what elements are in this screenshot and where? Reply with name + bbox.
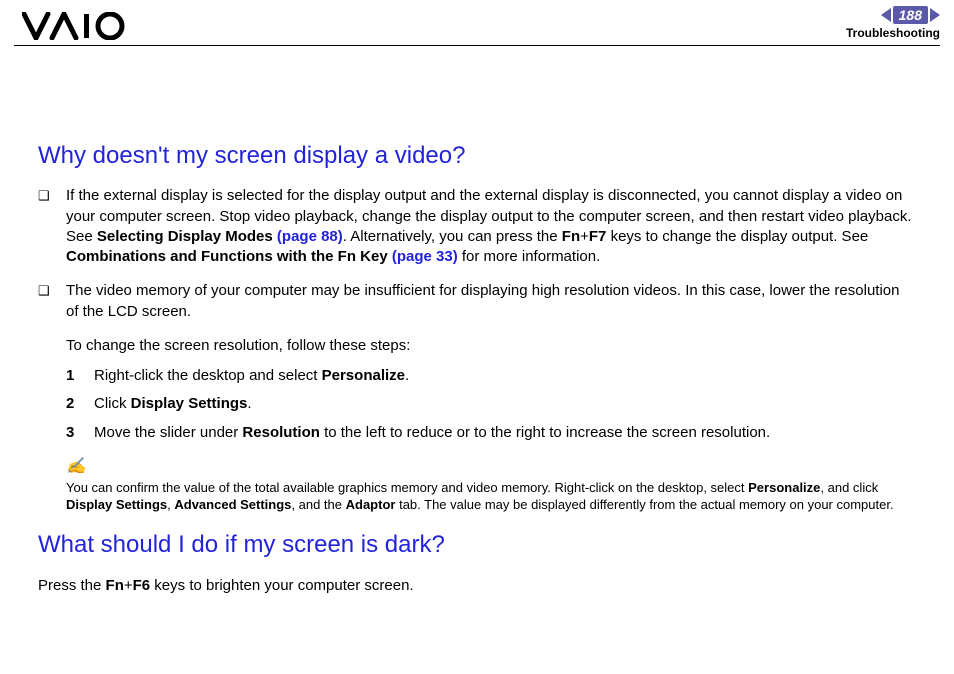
bullet-item: The video memory of your computer may be… bbox=[38, 281, 916, 322]
next-page-arrow-icon[interactable] bbox=[930, 8, 940, 22]
note-icon: ✍ bbox=[66, 457, 916, 478]
bullet-marker-icon bbox=[38, 186, 66, 267]
bullet-text: If the external display is selected for … bbox=[66, 186, 916, 267]
page-header: 188 Troubleshooting bbox=[0, 0, 954, 50]
bullet-text: The video memory of your computer may be… bbox=[66, 281, 916, 322]
step-text: Right-click the desktop and select Perso… bbox=[94, 366, 916, 386]
step-number: 3 bbox=[66, 423, 94, 443]
page-navigation: 188 bbox=[881, 6, 940, 24]
list-item: 1 Right-click the desktop and select Per… bbox=[66, 366, 916, 386]
steps-list: 1 Right-click the desktop and select Per… bbox=[66, 366, 916, 443]
list-item: 2 Click Display Settings. bbox=[66, 394, 916, 414]
list-item: 3 Move the slider under Resolution to th… bbox=[66, 423, 916, 443]
step-text: Click Display Settings. bbox=[94, 394, 916, 414]
paragraph: Press the Fn+F6 keys to brighten your co… bbox=[38, 576, 916, 596]
page-link-88[interactable]: (page 88) bbox=[277, 228, 343, 245]
section-label: Troubleshooting bbox=[846, 26, 940, 40]
heading-dark-screen: What should I do if my screen is dark? bbox=[38, 529, 916, 561]
note-block: ✍ You can confirm the value of the total… bbox=[66, 457, 916, 514]
header-divider bbox=[14, 45, 940, 46]
heading-video: Why doesn't my screen display a video? bbox=[38, 140, 916, 172]
step-number: 1 bbox=[66, 366, 94, 386]
steps-intro: To change the screen resolution, follow … bbox=[66, 336, 916, 356]
bullet-marker-icon bbox=[38, 281, 66, 322]
page-link-33[interactable]: (page 33) bbox=[392, 248, 458, 265]
page-number-badge: 188 bbox=[893, 6, 928, 24]
step-number: 2 bbox=[66, 394, 94, 414]
step-text: Move the slider under Resolution to the … bbox=[94, 423, 916, 443]
bullet-item: If the external display is selected for … bbox=[38, 186, 916, 267]
prev-page-arrow-icon[interactable] bbox=[881, 8, 891, 22]
vaio-logo bbox=[22, 12, 142, 40]
page-content: Why doesn't my screen display a video? I… bbox=[0, 50, 954, 596]
